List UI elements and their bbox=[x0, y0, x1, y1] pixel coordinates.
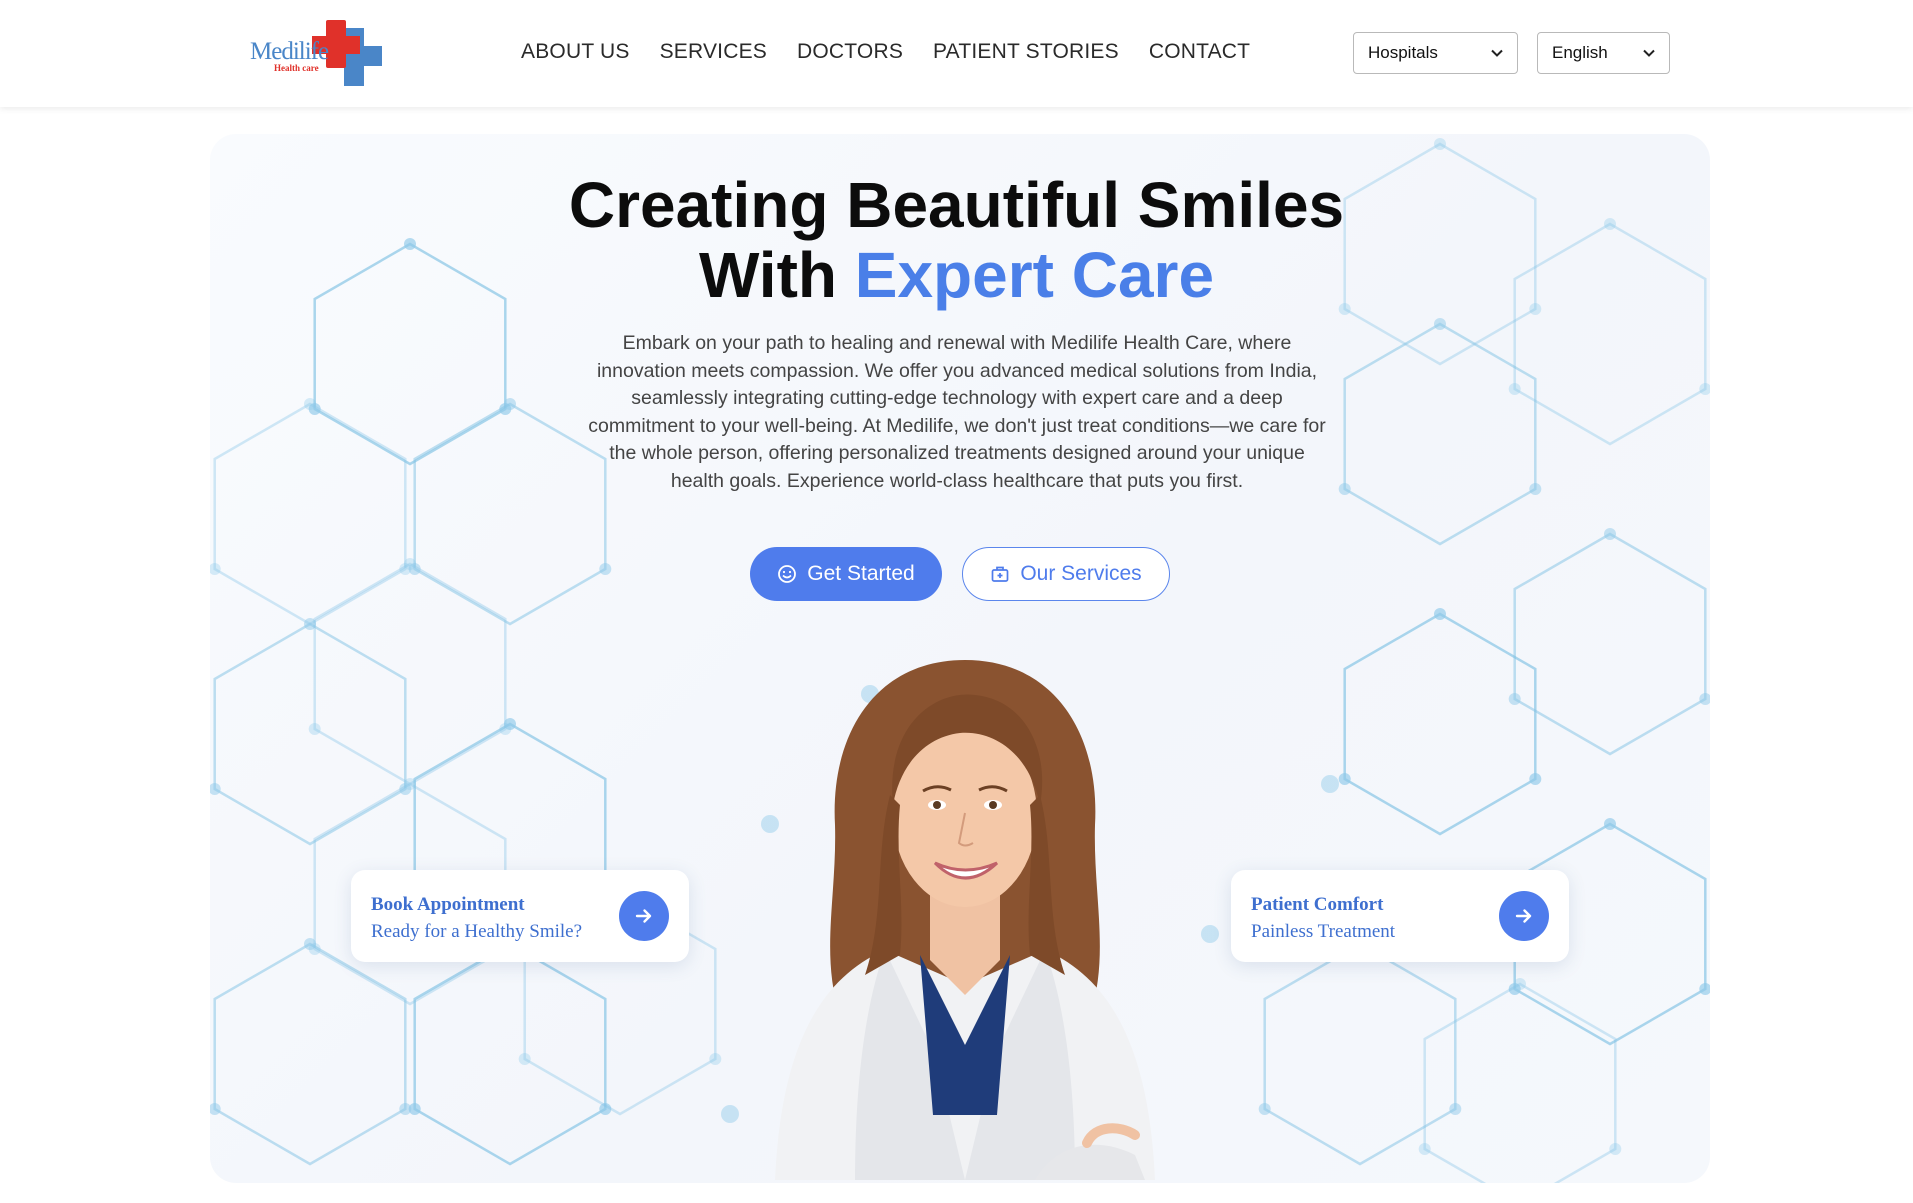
patient-comfort-card[interactable]: Patient Comfort Painless Treatment bbox=[1231, 870, 1569, 962]
chevron-down-icon bbox=[1491, 49, 1503, 57]
arrow-right-icon bbox=[635, 909, 652, 923]
hero-title-accent: Expert Care bbox=[854, 239, 1215, 311]
doctor-portrait-image bbox=[775, 660, 1155, 1180]
our-services-button[interactable]: Our Services bbox=[962, 547, 1170, 601]
card-subtitle: Ready for a Healthy Smile? bbox=[371, 921, 583, 942]
smile-icon bbox=[778, 565, 797, 583]
main-nav: ABOUT US SERVICES DOCTORS PATIENT STORIE… bbox=[521, 40, 1250, 64]
hero-title-plain: With bbox=[698, 239, 855, 311]
card-subtitle: Painless Treatment bbox=[1251, 921, 1396, 942]
arrow-right-icon bbox=[1515, 909, 1532, 923]
site-header: Medilife Health care ABOUT US SERVICES D… bbox=[0, 0, 1913, 107]
nav-patient-stories[interactable]: PATIENT STORIES bbox=[933, 40, 1119, 64]
arrow-right-button[interactable] bbox=[619, 891, 669, 941]
hero-title-line2: With Expert Care bbox=[0, 240, 1913, 310]
arrow-right-button[interactable] bbox=[1499, 891, 1549, 941]
hero-description: Embark on your path to healing and renew… bbox=[588, 332, 1326, 492]
hero-title-line1: Creating Beautiful Smiles bbox=[568, 169, 1345, 241]
chevron-down-icon bbox=[1643, 49, 1655, 57]
nav-services[interactable]: SERVICES bbox=[660, 40, 767, 64]
book-appointment-card[interactable]: Book Appointment Ready for a Healthy Smi… bbox=[351, 870, 689, 962]
get-started-label: Get Started bbox=[807, 562, 915, 585]
nav-contact[interactable]: CONTACT bbox=[1149, 40, 1250, 64]
medilife-logo[interactable]: Medilife Health care bbox=[250, 18, 382, 86]
get-started-button[interactable]: Get Started bbox=[750, 547, 942, 601]
our-services-label: Our Services bbox=[1020, 562, 1142, 585]
medical-bag-icon bbox=[991, 566, 1009, 582]
language-select[interactable]: English bbox=[1537, 32, 1670, 74]
card-title: Patient Comfort bbox=[1251, 894, 1384, 915]
hospitals-select-value: Hospitals bbox=[1368, 43, 1438, 62]
logo-wordmark: Medilife bbox=[250, 38, 329, 65]
hero-title: Creating Beautiful Smiles With Expert Ca… bbox=[0, 170, 1913, 310]
hospitals-select[interactable]: Hospitals bbox=[1353, 32, 1518, 74]
card-title: Book Appointment bbox=[371, 894, 525, 915]
logo-tagline: Health care bbox=[274, 63, 319, 73]
nav-doctors[interactable]: DOCTORS bbox=[797, 40, 903, 64]
nav-about-us[interactable]: ABOUT US bbox=[521, 40, 630, 64]
language-select-value: English bbox=[1552, 43, 1608, 62]
